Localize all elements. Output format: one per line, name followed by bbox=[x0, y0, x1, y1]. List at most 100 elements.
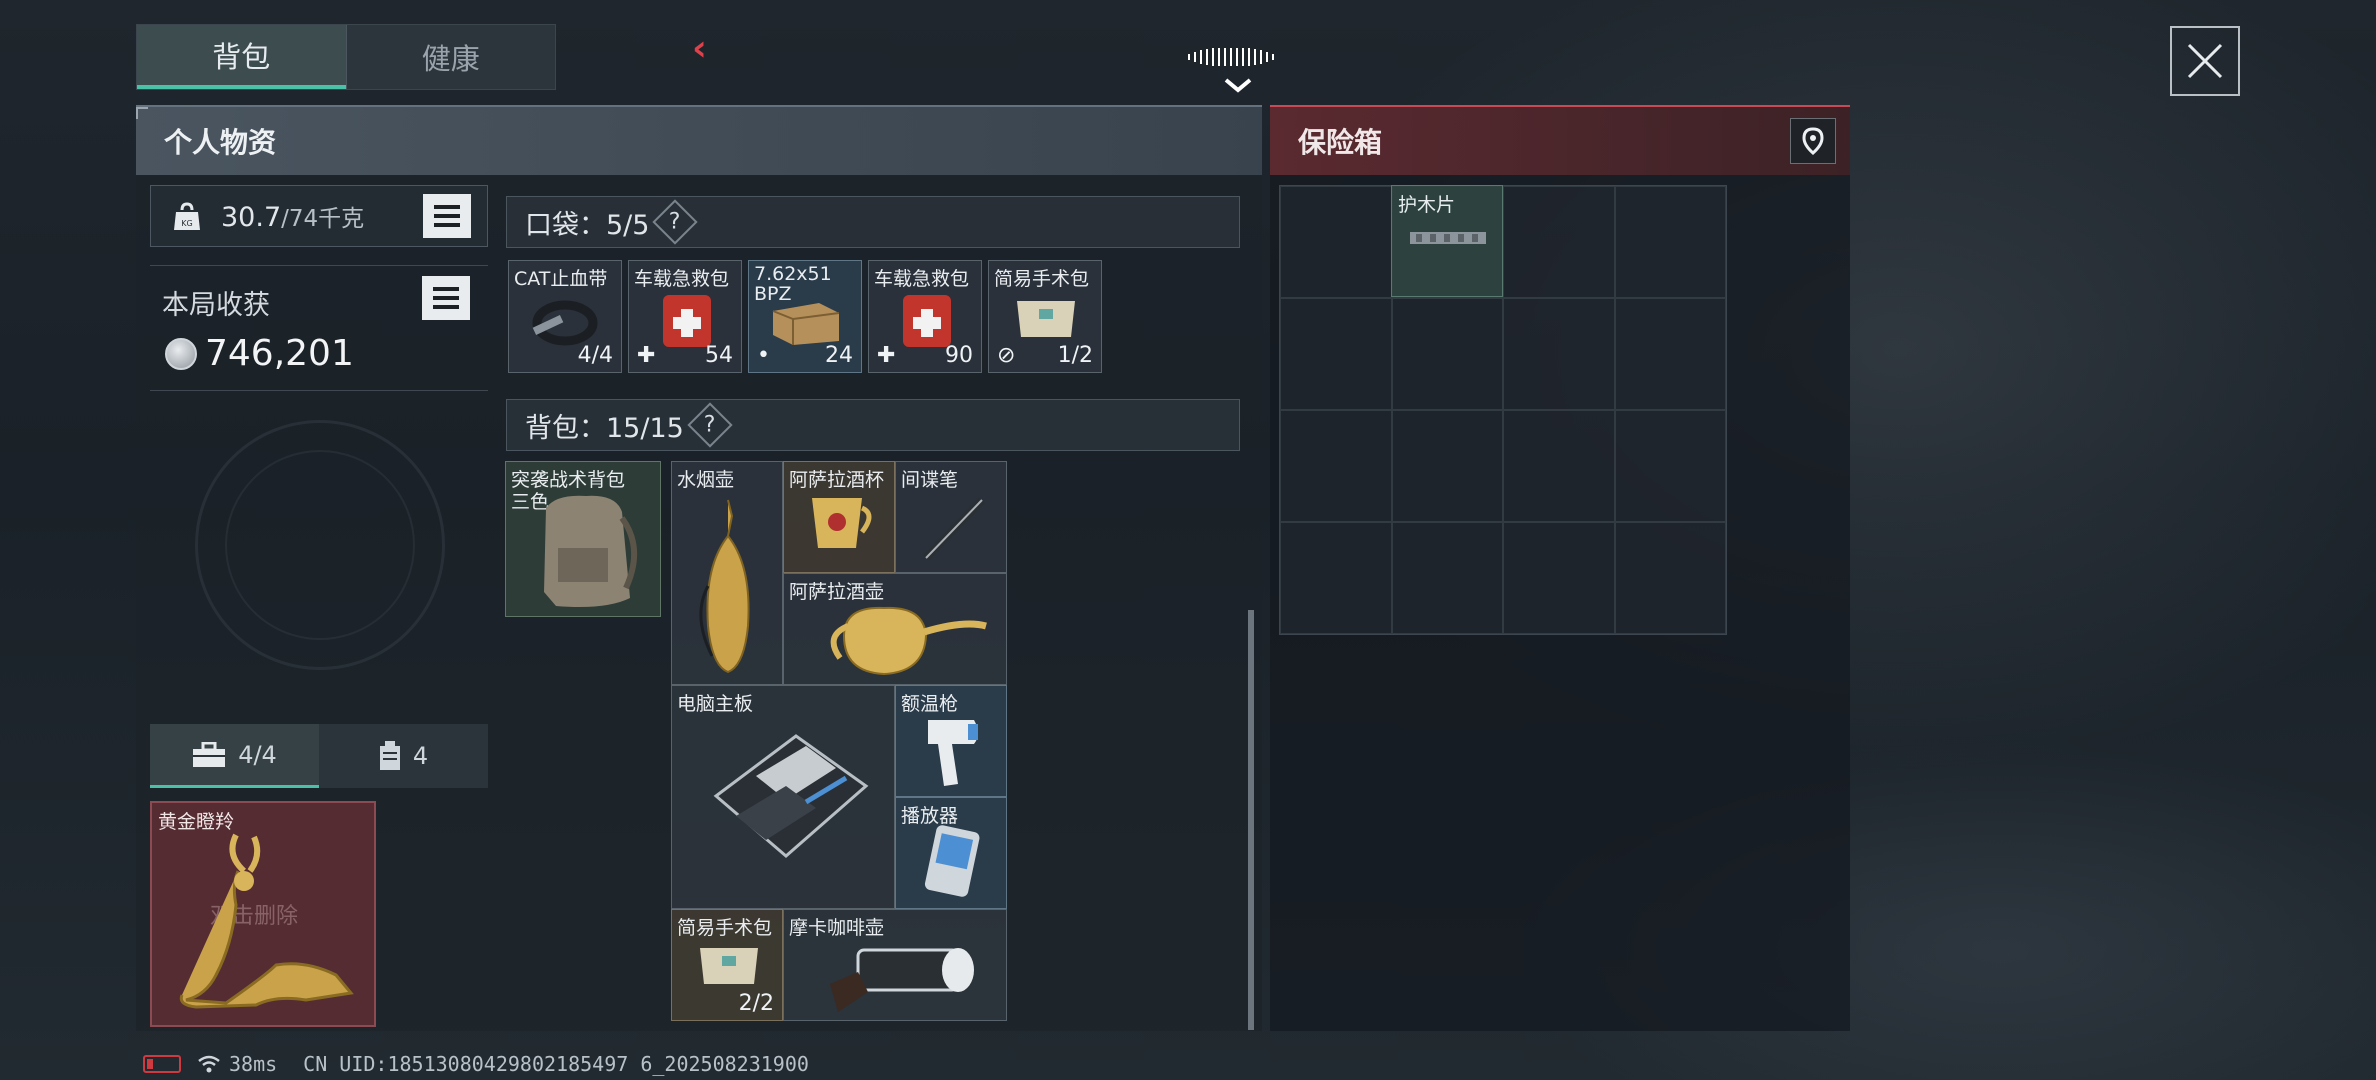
item-name: 简易手术包 bbox=[994, 268, 1090, 290]
safe-box-title: 保险箱 bbox=[1298, 126, 1383, 159]
backpack-item-hookah[interactable]: 水烟壶 bbox=[671, 461, 783, 685]
wifi-icon bbox=[198, 1055, 220, 1073]
motherboard-icon bbox=[713, 734, 869, 858]
plus-icon: ✚ bbox=[637, 343, 656, 368]
help-icon[interactable]: ? bbox=[652, 199, 699, 245]
first-aid-kit-icon bbox=[903, 295, 951, 347]
item-count: 54 bbox=[705, 343, 733, 368]
backpack-gear-slot[interactable]: 突袭战术背包 三色 bbox=[505, 461, 661, 617]
harvest-list-button[interactable] bbox=[422, 276, 470, 320]
divider bbox=[150, 265, 488, 266]
header-corner-decoration bbox=[136, 107, 148, 119]
gold-gazelle-item[interactable]: 黄金瞪羚 双击删除 bbox=[150, 801, 376, 1027]
tab-backpack-label: 背包 bbox=[212, 40, 271, 74]
pull-down-handle-icon[interactable] bbox=[1180, 40, 1296, 100]
pockets-label: 口袋：5/5 bbox=[525, 209, 650, 241]
safe-slot[interactable] bbox=[1280, 298, 1392, 410]
battery-low-icon bbox=[143, 1055, 181, 1073]
weight-current: 30.7 bbox=[221, 202, 282, 233]
surgery-kit-icon bbox=[1017, 301, 1075, 337]
safe-slot[interactable] bbox=[1503, 410, 1615, 522]
pocket-item-tourniquet[interactable]: CAT止血带 4/4 bbox=[508, 260, 622, 373]
weight-icon: KG bbox=[174, 202, 200, 230]
tab-health[interactable]: 健康 bbox=[345, 25, 556, 89]
location-pin-icon bbox=[1802, 127, 1824, 155]
close-button[interactable] bbox=[2170, 26, 2240, 96]
tab-toolbox[interactable]: 4/4 bbox=[150, 724, 319, 788]
backpack-item-asala-cup[interactable]: 阿萨拉酒杯 bbox=[783, 461, 895, 573]
safe-slot[interactable] bbox=[1391, 522, 1503, 634]
first-aid-kit-icon bbox=[663, 295, 711, 347]
pocket-item-first-aid-kit[interactable]: 车载急救包 ✚ 90 bbox=[868, 260, 982, 373]
safe-slot[interactable] bbox=[1614, 298, 1726, 410]
item-name: 电脑主板 bbox=[677, 693, 754, 715]
safe-item-handguard[interactable]: 护木片 bbox=[1391, 185, 1503, 297]
harvest-value: 746,201 bbox=[165, 333, 354, 374]
item-count: 90 bbox=[945, 343, 973, 368]
surgery-kit-icon bbox=[700, 948, 758, 984]
asala-cup-icon bbox=[812, 498, 872, 548]
safe-slot[interactable] bbox=[1391, 298, 1503, 410]
pocket-item-ammo[interactable]: 7.62x51 BPZ • 24 bbox=[748, 260, 862, 373]
safe-slot[interactable] bbox=[1280, 186, 1392, 298]
tab-keycase[interactable]: 4 bbox=[319, 724, 488, 788]
safe-slot[interactable] bbox=[1503, 186, 1615, 298]
chevron-left-icon[interactable]: ‹ bbox=[692, 28, 707, 69]
backpack-label: 背包：15/15 bbox=[525, 412, 684, 444]
backpack-item-media-player[interactable]: 播放器 bbox=[895, 797, 1007, 909]
backpack-item-motherboard[interactable]: 电脑主板 bbox=[671, 685, 895, 909]
backpack-item-asala-jug[interactable]: 阿萨拉酒壶 bbox=[783, 573, 1007, 685]
svg-text:KG: KG bbox=[181, 219, 192, 228]
personal-supplies-header: 个人物资 bbox=[136, 105, 1262, 175]
backpack-scrollbar[interactable] bbox=[1248, 610, 1254, 1030]
safe-slot[interactable] bbox=[1614, 186, 1726, 298]
close-icon bbox=[2187, 43, 2223, 79]
tab-backpack[interactable]: 背包 bbox=[137, 25, 346, 89]
safe-slot[interactable] bbox=[1614, 410, 1726, 522]
no-repair-icon: ⊘ bbox=[997, 343, 1016, 368]
coin-icon bbox=[165, 337, 197, 370]
safe-box-header: 保险箱 bbox=[1270, 105, 1850, 175]
item-name: 护木片 bbox=[1398, 194, 1456, 216]
backpack-item-surgery-kit[interactable]: 简易手术包 2/2 bbox=[671, 909, 783, 1021]
pocket-item-first-aid-kit[interactable]: 车载急救包 ✚ 54 bbox=[628, 260, 742, 373]
keycase-icon bbox=[379, 741, 400, 770]
top-tab-bar: 背包 健康 bbox=[136, 24, 556, 90]
item-name: 车载急救包 bbox=[874, 268, 970, 290]
keycase-count: 4 bbox=[412, 742, 429, 770]
safe-slot[interactable] bbox=[1391, 410, 1503, 522]
item-count: 4/4 bbox=[577, 343, 613, 368]
tab-health-label: 健康 bbox=[421, 42, 480, 76]
handguard-icon bbox=[1410, 232, 1486, 244]
help-glyph: ? bbox=[669, 209, 682, 235]
moka-pot-icon bbox=[830, 948, 974, 1012]
pocket-item-surgery-kit[interactable]: 简易手术包 ⊘ 1/2 bbox=[988, 260, 1102, 373]
safe-slot[interactable] bbox=[1280, 410, 1392, 522]
safe-slot[interactable] bbox=[1503, 298, 1615, 410]
safe-slot[interactable] bbox=[1614, 522, 1726, 634]
backpack-item-thermometer-gun[interactable]: 额温枪 bbox=[895, 685, 1007, 797]
item-name: 水烟壶 bbox=[677, 469, 735, 491]
item-name: 阿萨拉酒杯 bbox=[789, 469, 885, 491]
hookah-icon bbox=[699, 499, 750, 674]
item-count: 1/2 bbox=[1057, 343, 1093, 368]
personal-supplies-title: 个人物资 bbox=[164, 126, 277, 159]
equipment-sub-tabs: 4/4 4 bbox=[150, 724, 488, 788]
emblem-watermark-inner bbox=[225, 450, 415, 640]
status-bar: 38ms CN UID:18513080429802185497 6_20250… bbox=[143, 1052, 809, 1076]
toolbox-icon bbox=[193, 741, 226, 767]
ammo-dot-icon: • bbox=[757, 343, 770, 368]
harvest-amount: 746,201 bbox=[205, 333, 354, 374]
divider bbox=[150, 390, 488, 391]
item-name: 车载急救包 bbox=[634, 268, 730, 290]
location-pin-button[interactable] bbox=[1790, 118, 1836, 164]
safe-slot[interactable] bbox=[1280, 522, 1392, 634]
help-icon[interactable]: ? bbox=[687, 402, 733, 448]
ammo-box-icon bbox=[772, 303, 840, 345]
backpack-item-moka-pot[interactable]: 摩卡咖啡壶 bbox=[783, 909, 1007, 1021]
help-glyph: ? bbox=[703, 412, 716, 438]
tourniquet-icon bbox=[532, 300, 598, 346]
backpack-item-spy-pen[interactable]: 间谍笔 bbox=[895, 461, 1007, 573]
weight-list-button[interactable] bbox=[423, 194, 471, 238]
safe-slot[interactable] bbox=[1503, 522, 1615, 634]
